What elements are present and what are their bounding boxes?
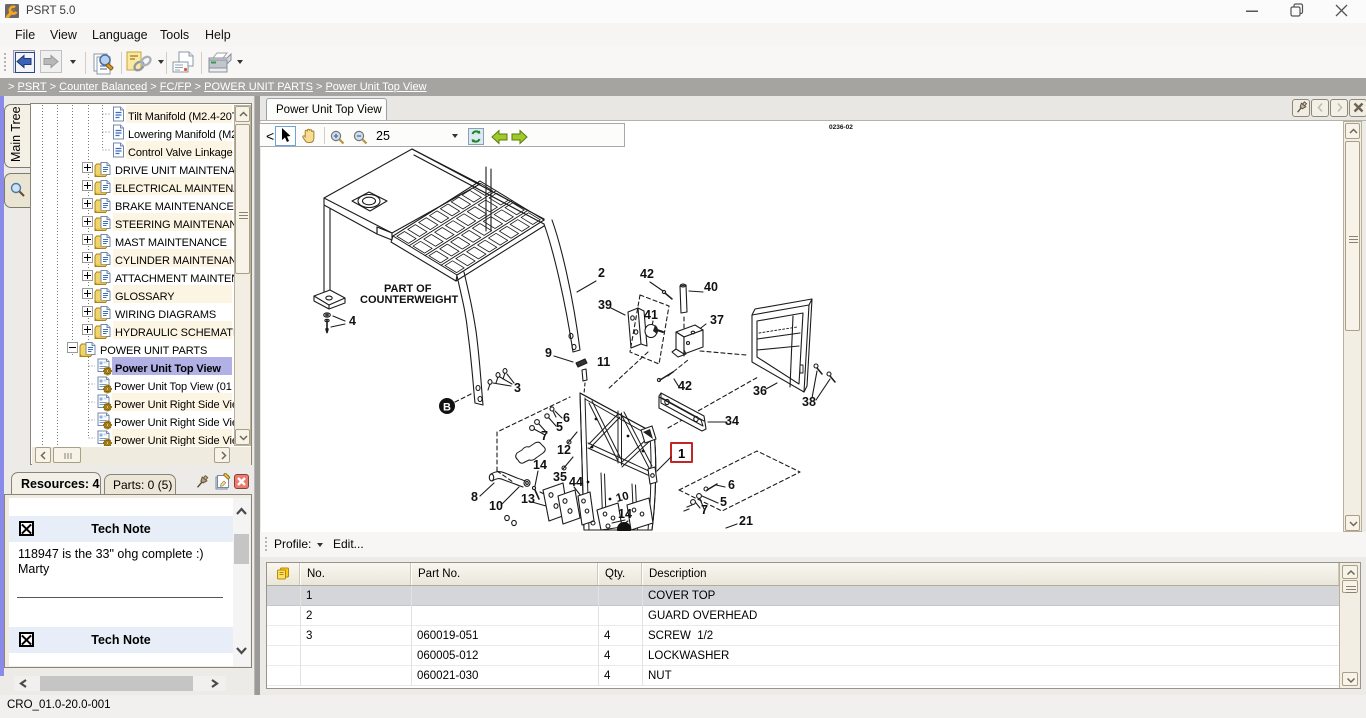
svg-text:39: 39: [598, 298, 612, 312]
svg-text:12: 12: [557, 443, 571, 457]
svg-text:7: 7: [541, 429, 548, 443]
svg-text:7: 7: [701, 503, 708, 517]
svg-text:B: B: [443, 402, 451, 414]
svg-text:9: 9: [545, 346, 552, 360]
svg-text:44: 44: [569, 475, 583, 489]
svg-text:40: 40: [704, 280, 718, 294]
svg-text:4: 4: [349, 314, 356, 328]
svg-text:2: 2: [598, 266, 605, 280]
svg-text:10: 10: [489, 499, 503, 513]
svg-text:3: 3: [514, 381, 521, 395]
svg-text:14: 14: [533, 458, 547, 472]
svg-text:14: 14: [618, 507, 632, 521]
svg-text:5: 5: [720, 495, 727, 509]
svg-text:42: 42: [640, 267, 654, 281]
svg-text:1: 1: [678, 446, 685, 461]
svg-text:8: 8: [471, 490, 478, 504]
svg-text:11: 11: [597, 355, 610, 369]
svg-text:COUNTERWEIGHT: COUNTERWEIGHT: [360, 294, 458, 306]
svg-text:41: 41: [644, 308, 658, 322]
svg-text:13: 13: [521, 492, 535, 506]
svg-text:35: 35: [553, 470, 567, 484]
svg-text:6: 6: [563, 411, 570, 425]
svg-text:38: 38: [802, 395, 816, 409]
svg-text:0236-02: 0236-02: [829, 124, 853, 131]
svg-text:42: 42: [678, 379, 692, 393]
svg-text:5: 5: [556, 420, 563, 434]
svg-text:37: 37: [710, 313, 724, 327]
svg-text:36: 36: [753, 384, 767, 398]
svg-text:21: 21: [739, 514, 753, 528]
svg-text:6: 6: [728, 478, 735, 492]
svg-text:34: 34: [725, 414, 739, 428]
